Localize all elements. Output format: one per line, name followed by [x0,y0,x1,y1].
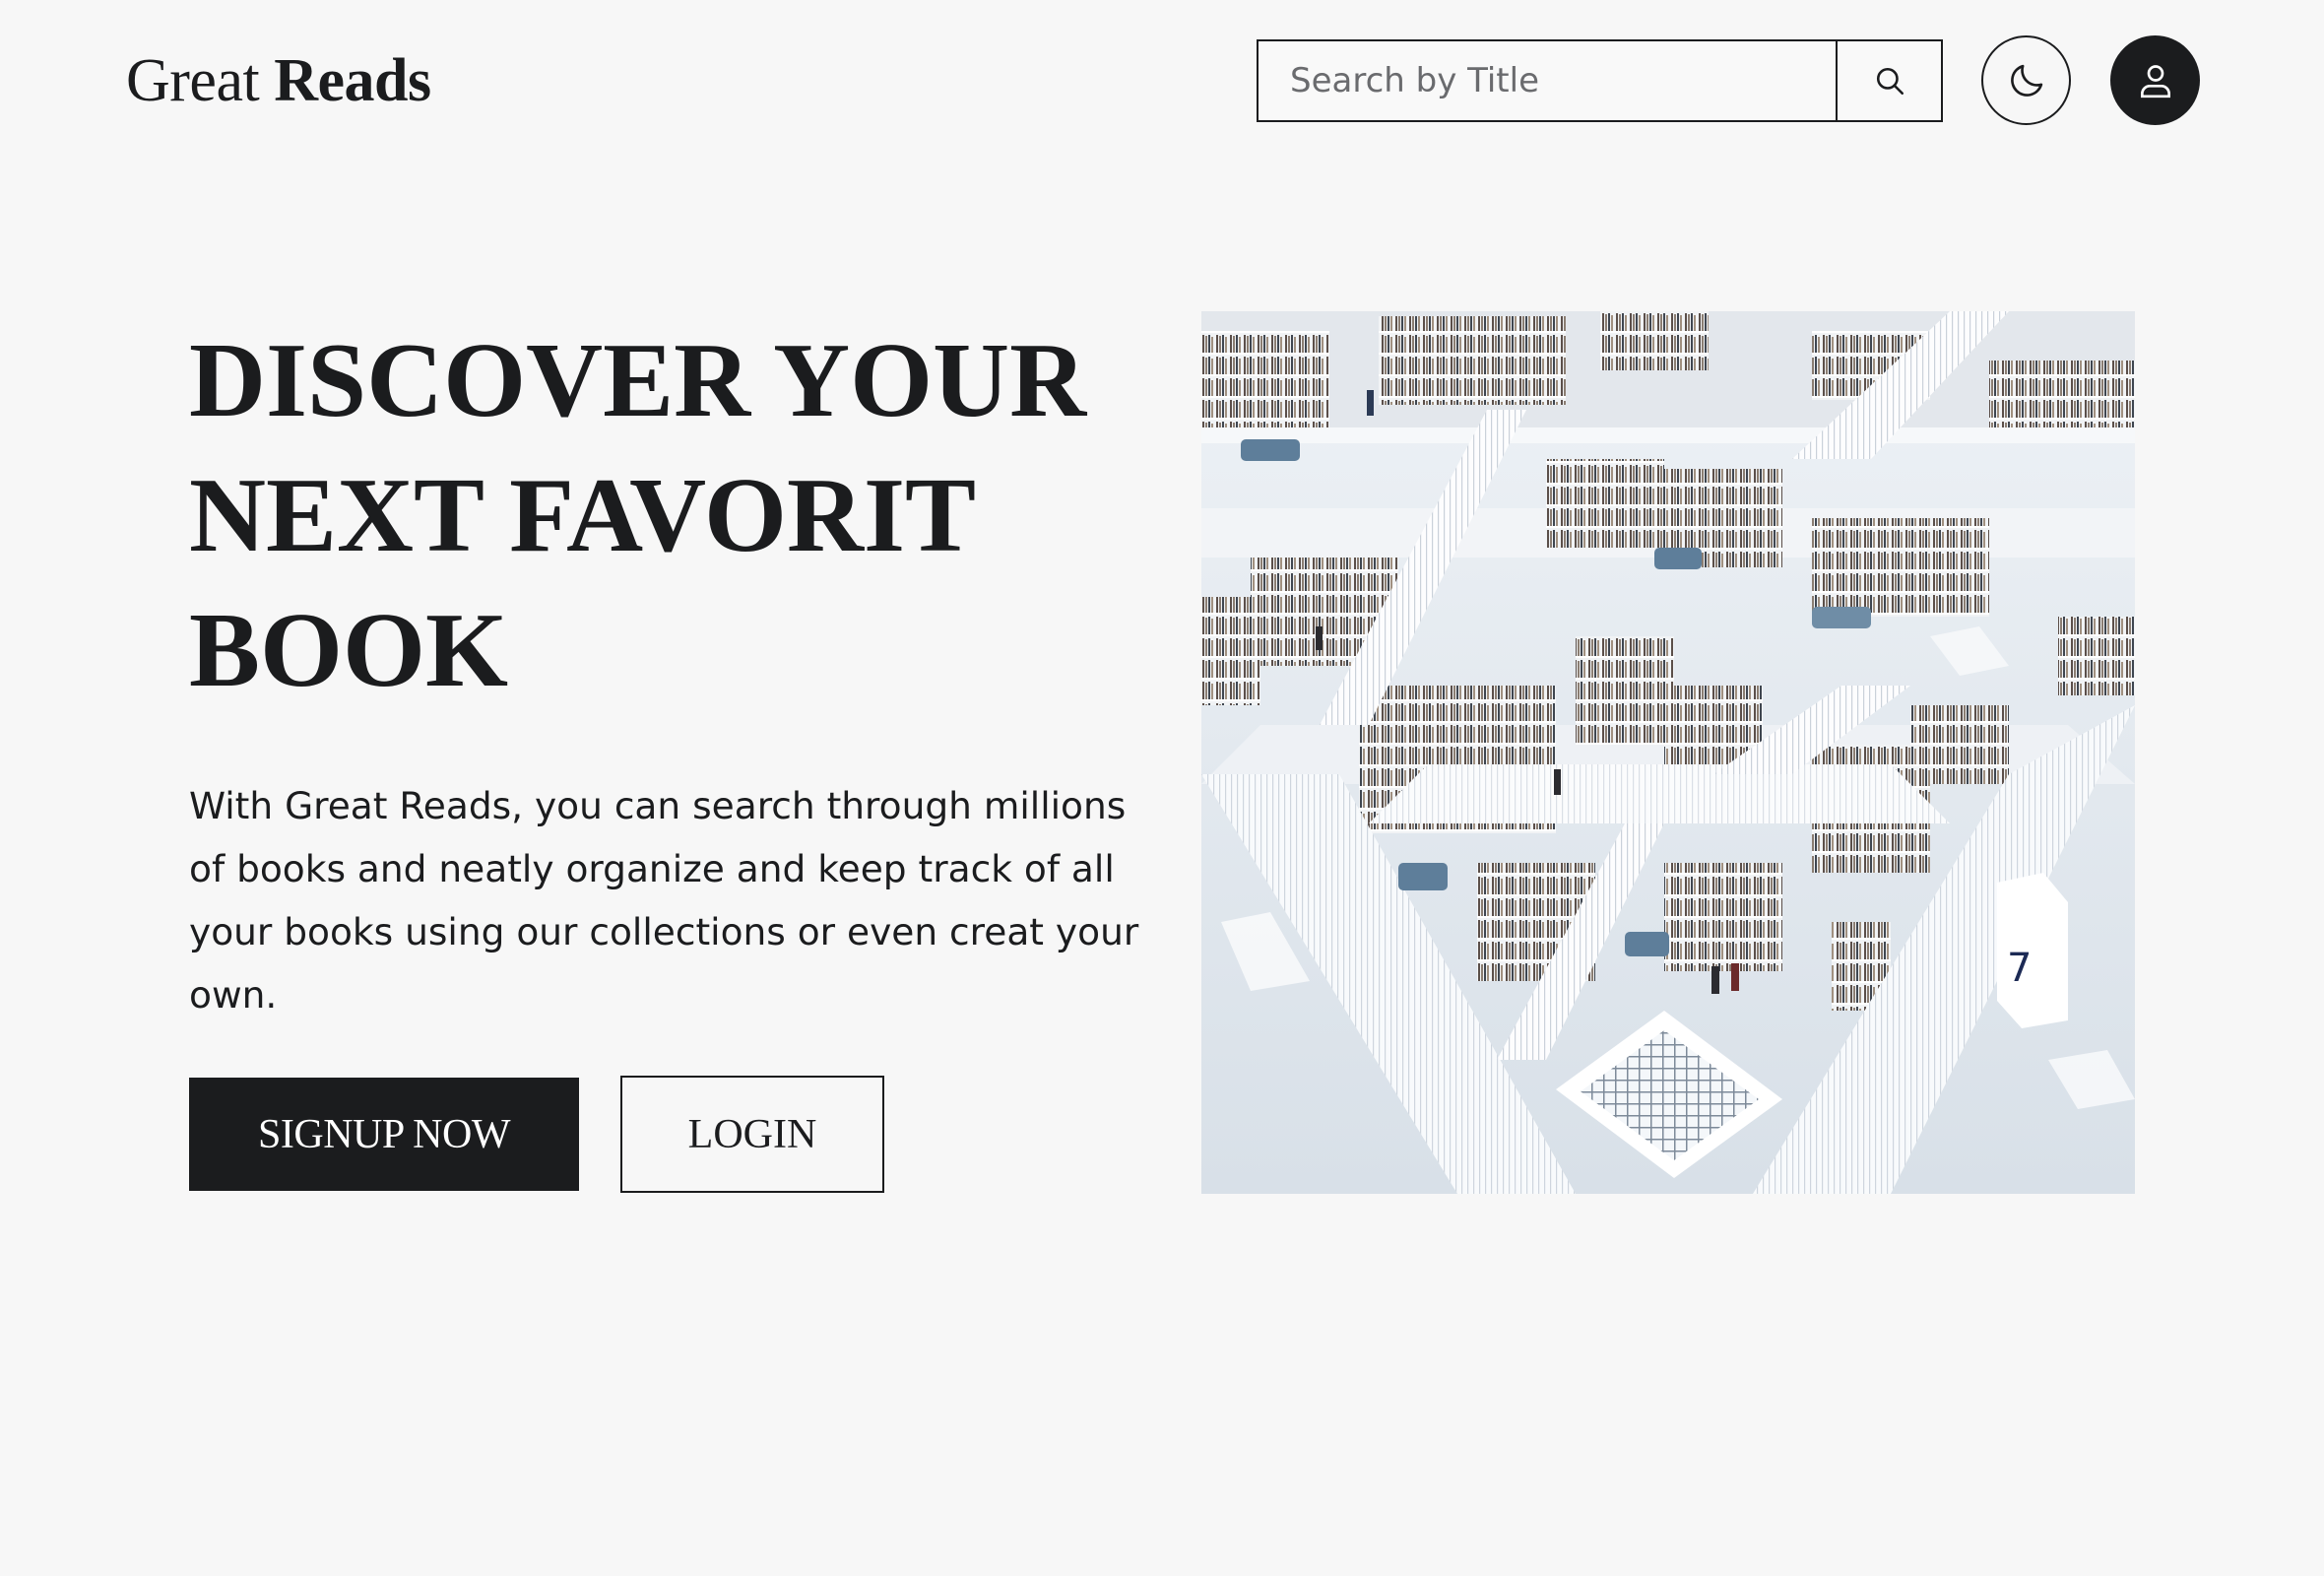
profile-button[interactable] [2110,35,2200,125]
landing-page: Great Reads DISCOVER YOUR [0,0,2324,1576]
login-button[interactable]: LOGIN [620,1076,884,1193]
hero-title: DISCOVER YOUR NEXT FAVORIT BOOK [189,313,1154,718]
hero-description-line: of books and neatly organize and keep tr… [189,847,1115,890]
brand-name-bold: Reads [274,47,431,114]
hero-description-line: own. [189,973,278,1017]
search-bar [1257,39,1943,122]
search-input[interactable] [1259,41,1836,120]
signup-button[interactable]: SIGNUP NOW [189,1078,579,1191]
theme-toggle-button[interactable] [1981,35,2071,125]
brand-name-light: Great [126,47,260,114]
top-header: Great Reads [0,0,2324,163]
hero-description-line: your books using our collections or even… [189,910,1139,953]
hero-library-image: 7 [1201,311,2135,1194]
search-button[interactable] [1836,41,1941,120]
hero-description-line: With Great Reads, you can search through… [189,784,1127,827]
hero-title-line: DISCOVER YOUR [189,322,1087,439]
moon-icon [2010,64,2042,97]
hero-title-line: BOOK [189,592,509,709]
hero-title-line: NEXT FAVORIT [189,457,977,574]
pillar-number-sign: 7 [2007,946,2032,991]
hero-description: With Great Reads, you can search through… [189,774,1139,1026]
search-icon [1876,67,1904,96]
brand-logo[interactable]: Great Reads [126,43,431,118]
user-icon [2140,64,2170,98]
library-atrium-illustration: 7 [1201,311,2135,1194]
